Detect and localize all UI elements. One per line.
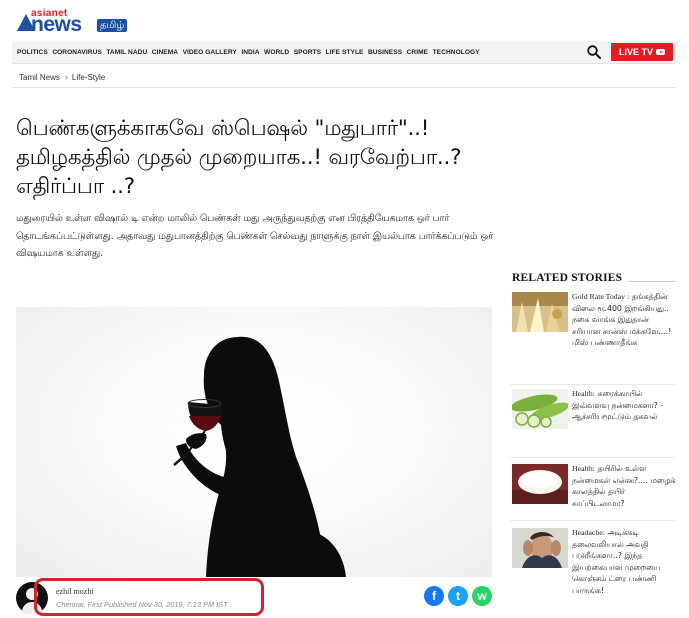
author-byline: ezhil mozhi Chennai, First Published Nov… (12, 578, 497, 618)
whatsapp-glyph: w (477, 589, 487, 603)
nav-item-sports[interactable]: SPORTS (294, 49, 321, 56)
nav-menu: POLITICS CORONAVIRUS TAMIL NADU CINEMA V… (17, 41, 484, 63)
related-stories-heading: RELATED STORIES (512, 272, 623, 284)
related-story-item[interactable]: Health: சுரைக்காயில் இவ்வளவு நன்மைகளா? -… (510, 389, 678, 459)
story-thumbnail-curd (512, 464, 568, 504)
related-heading-rule (628, 281, 676, 282)
story-thumbnail-headache (512, 528, 568, 568)
site-header: asianet news தமிழ் (0, 0, 689, 41)
story-divider (510, 457, 676, 458)
facebook-glyph: f (432, 589, 436, 603)
story-divider (510, 384, 676, 385)
story-thumbnail-gold (512, 292, 568, 332)
story-prefix: Gold Rate Today : (572, 292, 630, 301)
whatsapp-share-icon[interactable]: w (472, 586, 492, 606)
related-story-text[interactable]: Health: தயிரில் உள்ள நன்மைகள் என்ன?.... … (572, 463, 676, 509)
nav-item-world[interactable]: WORLD (264, 49, 289, 56)
breadcrumb: Tamil News › Life-Style (12, 67, 676, 88)
logo-news-text: news (31, 13, 82, 36)
highlight-annotation-box (34, 578, 264, 616)
related-story-text[interactable]: Gold Rate Today : தங்கத்தின் விலை ரூ.400… (572, 291, 676, 349)
story-prefix: Headache: (572, 528, 605, 537)
nav-item-politics[interactable]: POLITICS (17, 49, 48, 56)
nav-item-cinema[interactable]: CINEMA (152, 49, 178, 56)
story-prefix: Health: (572, 389, 595, 398)
nav-item-life-style[interactable]: LIFE STYLE (326, 49, 364, 56)
chevron-right-icon: › (64, 72, 68, 82)
nav-item-india[interactable]: INDIA (241, 49, 259, 56)
nav-item-coronavirus[interactable]: CORONAVIRUS (52, 49, 102, 56)
story-headline: அடிக்கடி தலைவலியால் அவதி படுறீங்களா..? இ… (572, 528, 661, 595)
nav-item-tamil-nadu[interactable]: TAMIL NADU (106, 49, 147, 56)
nav-item-business[interactable]: BUSINESS (368, 49, 402, 56)
logo-language-badge: தமிழ் (97, 19, 128, 32)
related-story-item[interactable]: Health: தயிரில் உள்ள நன்மைகள் என்ன?.... … (510, 464, 678, 534)
nav-item-video-gallery[interactable]: VIDEO GALLERY (183, 49, 237, 56)
article-summary: மதுரையில் உள்ள விஷால் டி என்ற மாலில் பெண… (16, 213, 494, 259)
twitter-glyph: t (456, 589, 460, 603)
nav-item-crime[interactable]: CRIME (407, 49, 429, 56)
main-navigation: POLITICS CORONAVIRUS TAMIL NADU CINEMA V… (12, 41, 676, 64)
nav-item-technology[interactable]: TECHNOLOGY (433, 49, 480, 56)
facebook-share-icon[interactable]: f (424, 586, 444, 606)
search-icon[interactable] (586, 44, 602, 60)
story-prefix: Health: (572, 464, 595, 473)
related-story-item[interactable]: Gold Rate Today : தங்கத்தின் விலை ரூ.400… (510, 292, 678, 362)
story-divider (510, 520, 676, 521)
youtube-play-icon (656, 49, 665, 55)
breadcrumb-section-link[interactable]: Life-Style (72, 73, 105, 82)
related-story-item[interactable]: Headache: அடிக்கடி தலைவலியால் அவதி படுறீ… (510, 528, 678, 598)
live-tv-label: LIVE TV (618, 47, 653, 57)
twitter-share-icon[interactable]: t (448, 586, 468, 606)
article-title: பெண்களுக்காகவே ஸ்பெஷல் "மதுபார்"..! தமிழ… (16, 116, 462, 199)
story-thumbnail-bottle-gourd (512, 389, 568, 429)
article-hero-image (16, 307, 492, 577)
breadcrumb-home-link[interactable]: Tamil News (19, 73, 60, 82)
related-story-text[interactable]: Health: சுரைக்காயில் இவ்வளவு நன்மைகளா? -… (572, 388, 676, 423)
woman-silhouette-image (173, 336, 346, 577)
live-tv-button[interactable]: LIVE TV (611, 43, 673, 61)
related-story-text[interactable]: Headache: அடிக்கடி தலைவலியால் அவதி படுறீ… (572, 527, 676, 596)
